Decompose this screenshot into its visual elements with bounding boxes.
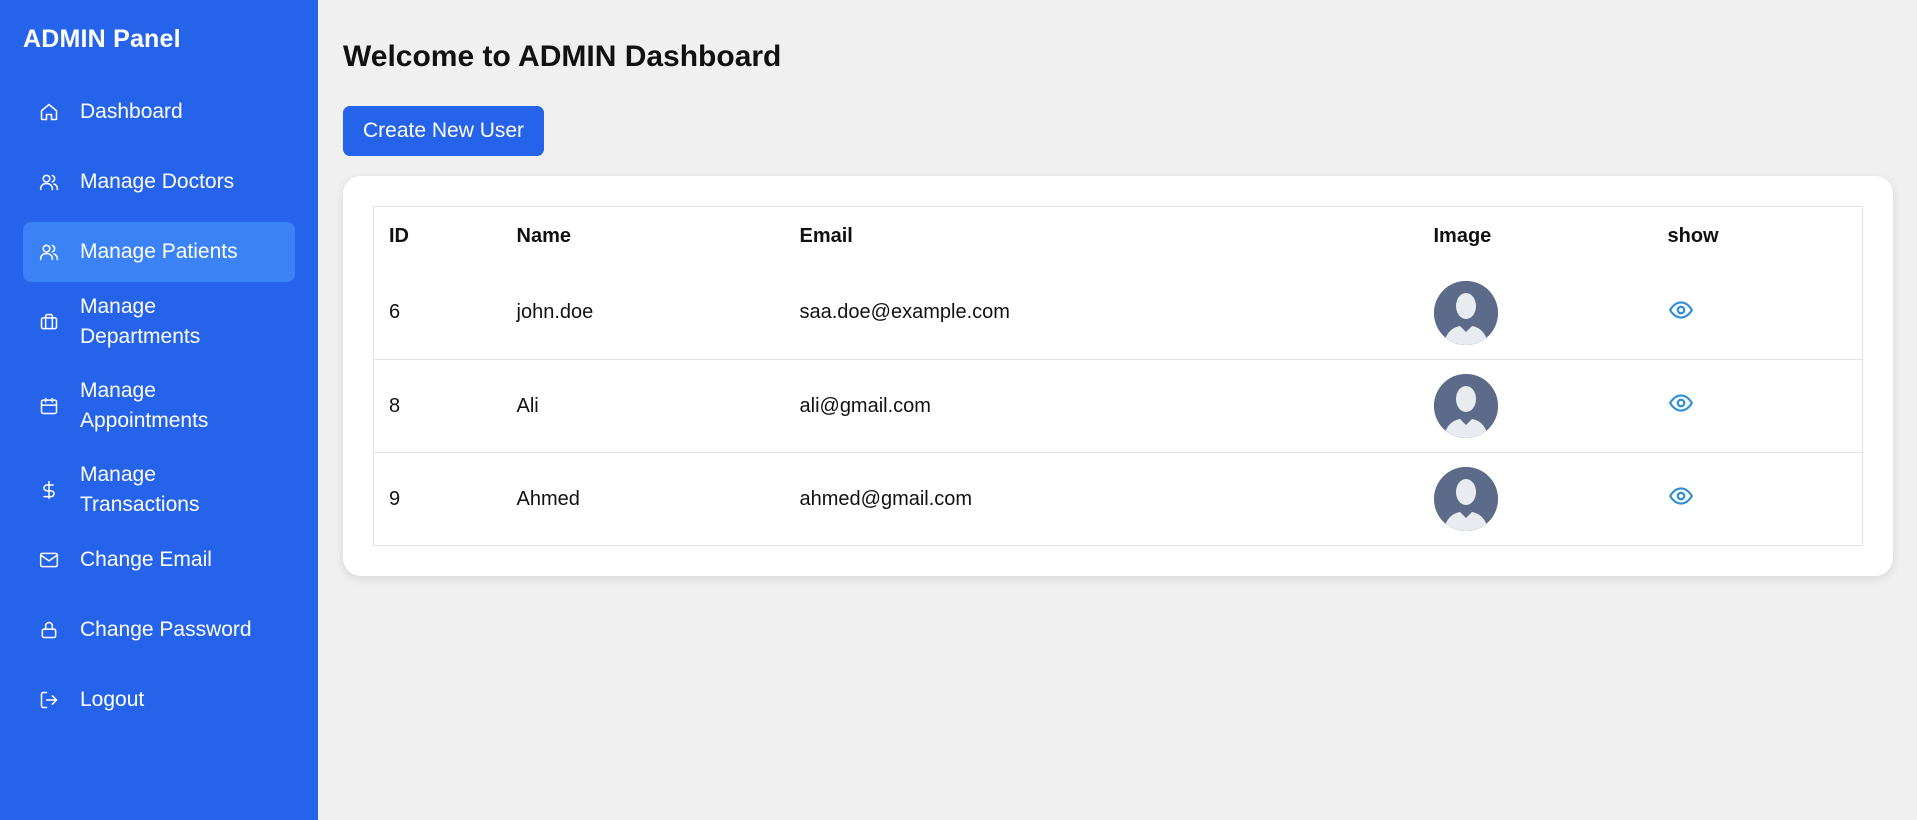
cell-show <box>1652 452 1863 546</box>
sidebar-item-label: Manage Patients <box>80 240 238 263</box>
sidebar-item-change-password[interactable]: Change Password <box>23 600 295 660</box>
sidebar: ADMIN Panel Dashboard Manage Doctors Man… <box>0 0 318 820</box>
sidebar-item-label: Change Password <box>80 618 252 641</box>
sidebar-item-label: Manage Transactions <box>80 463 200 516</box>
sidebar-title: ADMIN Panel <box>23 25 181 53</box>
sidebar-item-logout[interactable]: Logout <box>23 670 295 730</box>
cell-show <box>1653 267 1863 360</box>
column-header-name: Name <box>516 225 571 248</box>
cell-name: john.doe <box>516 301 594 324</box>
logout-icon <box>38 689 60 711</box>
dollar-icon <box>38 479 60 501</box>
sidebar-item-manage-appointments[interactable]: Manage Appointments <box>23 362 295 450</box>
cell-name: Ahmed <box>501 452 785 546</box>
sidebar-item-manage-departments[interactable]: Manage Departments <box>23 292 295 352</box>
mail-icon <box>38 549 60 571</box>
main-content: Welcome to ADMIN Dashboard Create New Us… <box>318 0 1917 820</box>
users-table-card: ID Name Email Image show 6 john.doe saa.… <box>343 176 1893 576</box>
sidebar-item-label: Manage Doctors <box>80 170 235 193</box>
sidebar-item-change-email[interactable]: Change Email <box>23 530 295 590</box>
cell-email: ahmed@gmail.com <box>784 452 1419 546</box>
sidebar-item-label: Dashboard <box>80 100 183 123</box>
eye-icon[interactable] <box>1668 483 1694 509</box>
table-row: 9 Ahmed ahmed@gmail.com <box>373 452 1863 546</box>
eye-icon[interactable] <box>1668 297 1694 323</box>
cell-name: Ali <box>501 359 785 453</box>
sidebar-item-label: Manage Appointments <box>80 379 209 432</box>
sidebar-item-label: Manage Departments <box>80 295 201 348</box>
avatar <box>1433 467 1498 531</box>
column-header-image: Image <box>1433 225 1492 248</box>
cell-email: ali@gmail.com <box>784 359 1419 453</box>
cell-show <box>1652 359 1863 453</box>
cell-id: 9 <box>373 452 502 546</box>
sidebar-item-label: Change Email <box>80 548 212 571</box>
sidebar-item-manage-patients[interactable]: Manage Patients <box>23 222 295 282</box>
table-row: 8 Ali ali@gmail.com <box>373 359 1863 453</box>
users-icon <box>38 171 60 193</box>
cell-id: 8 <box>373 359 502 453</box>
home-icon <box>38 101 60 123</box>
create-new-user-button[interactable]: Create New User <box>343 106 545 156</box>
eye-icon[interactable] <box>1668 390 1694 416</box>
sidebar-item-manage-doctors[interactable]: Manage Doctors <box>23 152 295 212</box>
briefcase-icon <box>38 311 60 333</box>
column-header-id: ID <box>389 225 409 248</box>
users-table: ID Name Email Image show 6 john.doe saa.… <box>373 206 1863 546</box>
cell-image <box>1418 359 1653 453</box>
cell-image <box>1419 267 1653 360</box>
lock-icon <box>38 619 60 641</box>
table-header-row: ID Name Email Image show <box>374 207 1863 267</box>
users-icon <box>38 241 60 263</box>
sidebar-nav: Dashboard Manage Doctors Manage Patients… <box>23 82 295 730</box>
sidebar-item-manage-transactions[interactable]: Manage Transactions <box>23 460 295 520</box>
sidebar-item-dashboard[interactable]: Dashboard <box>23 82 295 142</box>
page-title: Welcome to ADMIN Dashboard <box>343 40 782 73</box>
sidebar-item-label: Logout <box>80 688 145 711</box>
cell-id: 6 <box>389 301 401 324</box>
column-header-email: Email <box>799 225 853 248</box>
table-row: 6 john.doe saa.doe@example.com <box>374 267 1863 360</box>
calendar-icon <box>38 395 60 417</box>
column-header-show: show <box>1667 225 1719 248</box>
avatar <box>1433 280 1498 345</box>
avatar <box>1433 374 1498 438</box>
cell-image <box>1418 452 1653 546</box>
cell-email: saa.doe@example.com <box>799 301 1010 324</box>
